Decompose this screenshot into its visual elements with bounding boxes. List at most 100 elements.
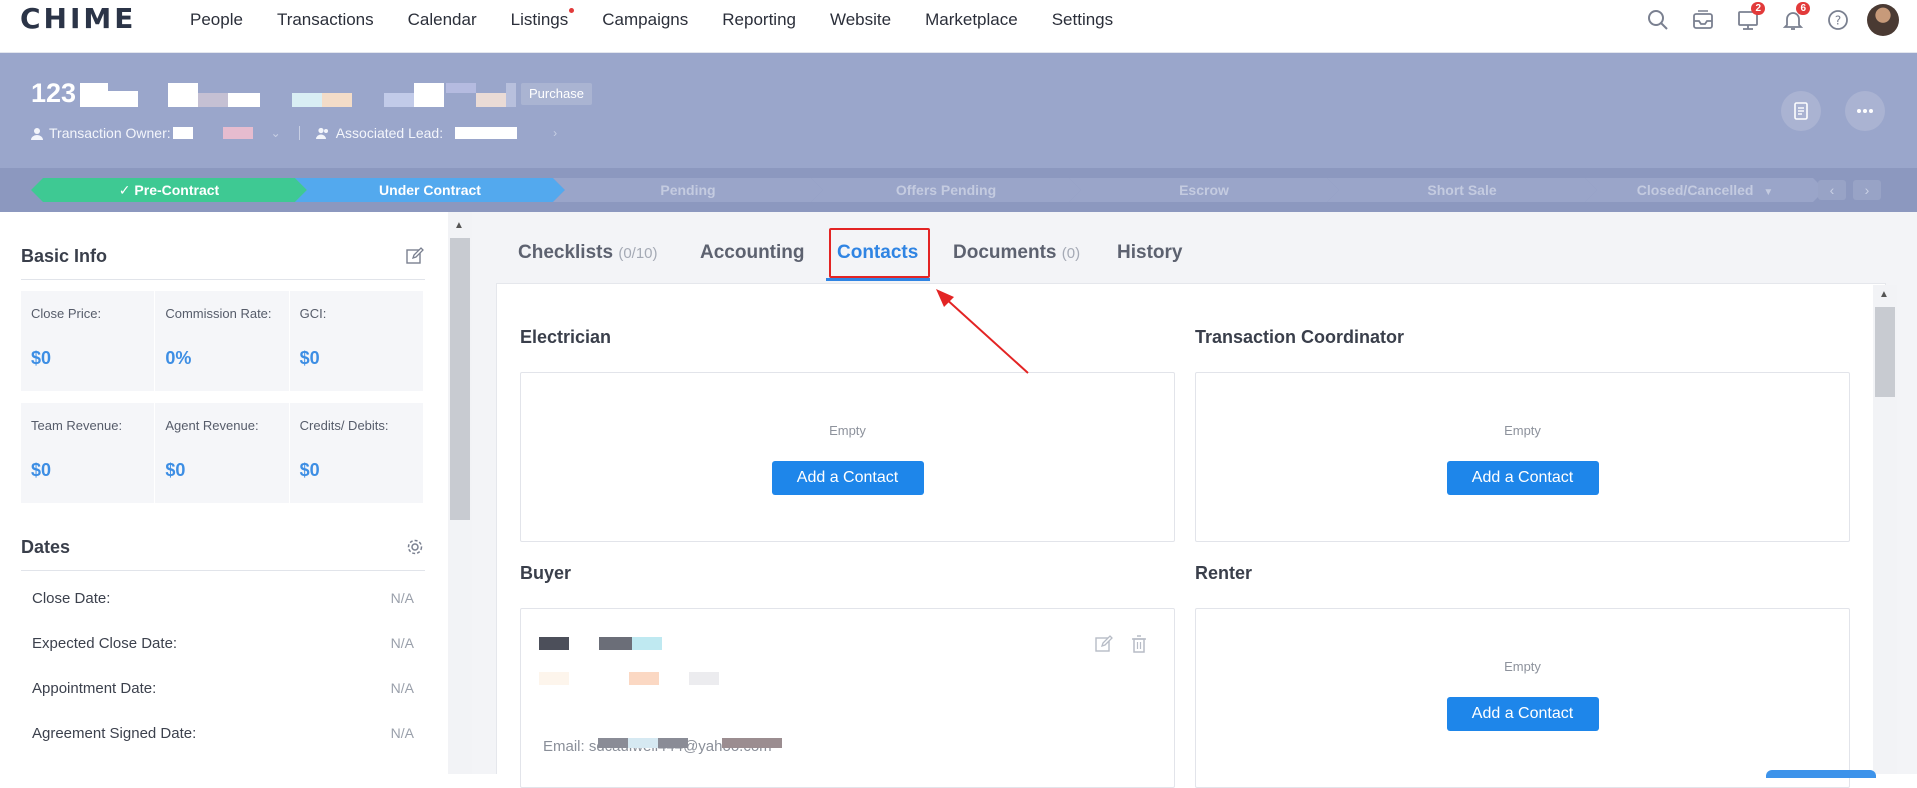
nav-transactions[interactable]: Transactions — [277, 10, 374, 30]
add-contact-button[interactable]: Add a Contact — [1446, 461, 1599, 495]
inbox-icon[interactable] — [1688, 5, 1718, 35]
gci-cell: GCI: $0 — [290, 291, 423, 391]
basic-info-row-2: Team Revenue: $0 Agent Revenue: $0 Credits… — [21, 403, 423, 503]
top-navigation: CHIME People Transactions Calendar Listi… — [0, 0, 1917, 53]
empty-text: Empty — [1504, 659, 1541, 674]
stage-label: Pre-Contract — [134, 182, 220, 198]
stat-label: Credits/ Debits: — [299, 418, 389, 433]
team-revenue-cell: Team Revenue: $0 — [21, 403, 156, 503]
nav-settings[interactable]: Settings — [1052, 10, 1113, 30]
stage-label: Pending — [660, 182, 716, 198]
stat-label: Agent Revenue: — [165, 418, 259, 433]
tab-checklists[interactable]: Checklists (0/10) — [518, 242, 658, 264]
nav-marketplace[interactable]: Marketplace — [925, 10, 1018, 30]
stat-label: GCI: — [299, 306, 327, 321]
stat-value: $0 — [31, 348, 52, 368]
date-label: Close Date: — [32, 590, 111, 607]
stage-label: Under Contract — [379, 182, 481, 198]
ellipsis-icon — [1857, 109, 1873, 113]
stage-next-button[interactable]: › — [1853, 180, 1881, 200]
redacted-lead-name[interactable] — [455, 127, 518, 139]
stage-closed-cancelled[interactable]: Closed/Cancelled ▼ — [1585, 178, 1825, 202]
section-title-electrician: Electrician — [520, 327, 612, 347]
nav-calendar[interactable]: Calendar — [408, 10, 477, 30]
stat-label: Team Revenue: — [31, 418, 123, 433]
more-options-button[interactable] — [1845, 91, 1885, 131]
electrician-card: Empty Add a Contact — [520, 372, 1175, 542]
notification-dot — [569, 8, 575, 13]
notes-button[interactable] — [1781, 91, 1821, 131]
scroll-thumb[interactable] — [1875, 307, 1895, 397]
add-contact-button[interactable]: Add a Contact — [771, 461, 924, 495]
chevron-right-icon[interactable]: › — [553, 126, 557, 140]
monitor-icon[interactable]: 2 — [1733, 2, 1765, 35]
annotation-arrow — [936, 289, 1029, 374]
user-avatar[interactable] — [1867, 4, 1899, 36]
divider — [298, 126, 300, 140]
section-title-transaction-coordinator: Transaction Coordinator — [1195, 327, 1405, 347]
gear-icon[interactable] — [406, 538, 424, 556]
close-price-cell: Close Price: $0 — [21, 291, 156, 391]
users-icon — [315, 127, 328, 139]
nav-campaigns[interactable]: Campaigns — [602, 10, 688, 30]
date-value[interactable]: N/A — [391, 725, 414, 742]
redacted-block — [108, 91, 138, 107]
stage-escrow[interactable]: Escrow — [1069, 178, 1339, 202]
tab-documents[interactable]: Documents (0) — [953, 242, 1080, 264]
dates-title: Dates — [21, 537, 71, 557]
stage-label: Offers Pending — [895, 182, 997, 198]
redacted-block — [384, 93, 414, 107]
stage-prev-button[interactable]: ‹ — [1818, 180, 1846, 200]
redacted-detail — [629, 672, 659, 685]
stage-pre-contract[interactable]: ✓ Pre-Contract — [31, 178, 307, 202]
date-value[interactable]: N/A — [391, 680, 414, 697]
nav-listings[interactable]: Listings — [510, 8, 575, 30]
empty-text: Empty — [829, 423, 866, 438]
trash-icon[interactable] — [1131, 635, 1147, 653]
stage-offers-pending[interactable]: Offers Pending — [811, 178, 1081, 202]
bell-badge: 6 — [1796, 2, 1810, 15]
close-date-row: Close Date: N/A — [32, 590, 414, 607]
left-scrollbar[interactable]: ▲ — [448, 212, 472, 774]
transaction-coordinator-card: Empty Add a Contact — [1195, 372, 1850, 542]
date-value[interactable]: N/A — [391, 635, 414, 652]
chat-widget[interactable] — [1766, 770, 1876, 778]
empty-text: Empty — [1504, 423, 1541, 438]
nav-people[interactable]: People — [190, 10, 243, 30]
date-value[interactable]: N/A — [391, 590, 414, 607]
stage-label: Escrow — [1179, 182, 1229, 198]
scroll-up-arrow[interactable]: ▲ — [1879, 289, 1889, 300]
basic-info-row-1: Close Price: $0 Commission Rate: 0% GCI: $0 — [21, 291, 423, 391]
section-title-buyer: Buyer — [520, 563, 572, 583]
stage-pending[interactable]: Pending — [553, 178, 823, 202]
redacted-block — [506, 83, 516, 107]
chevron-down-icon[interactable]: ⌄ — [271, 126, 281, 140]
scroll-up-arrow[interactable]: ▲ — [454, 220, 464, 231]
redacted-owner-name[interactable] — [172, 127, 193, 139]
edit-icon[interactable] — [1095, 635, 1113, 653]
bell-icon[interactable]: 6 — [1778, 2, 1810, 35]
check-icon: ✓ — [118, 182, 131, 198]
left-panel: Basic Info Close Price: $0 Commission Rat… — [0, 212, 448, 774]
content-scrollbar[interactable]: ▲ — [1873, 285, 1897, 774]
nav-website[interactable]: Website — [830, 10, 891, 30]
svg-text:?: ? — [1835, 14, 1841, 28]
tab-count: (0) — [1061, 245, 1081, 262]
nav-listings-label: Listings — [510, 10, 569, 29]
scroll-thumb[interactable] — [450, 238, 470, 520]
divider — [21, 279, 425, 280]
tab-history[interactable]: History — [1117, 242, 1182, 264]
stage-under-contract[interactable]: Under Contract — [295, 178, 565, 202]
agent-revenue-cell: Agent Revenue: $0 — [155, 403, 290, 503]
add-contact-button[interactable]: Add a Contact — [1446, 697, 1599, 731]
credits-debits-cell: Credits/ Debits: $0 — [290, 403, 423, 503]
stage-short-sale[interactable]: Short Sale — [1327, 178, 1597, 202]
transaction-header: 123 Purchase Transaction Owner: ⌄ Associ… — [0, 53, 1917, 168]
renter-card: Empty Add a Contact — [1195, 608, 1850, 788]
tab-accounting[interactable]: Accounting — [700, 242, 805, 264]
nav-reporting[interactable]: Reporting — [722, 10, 796, 30]
help-icon[interactable]: ? — [1823, 5, 1853, 35]
chime-logo[interactable]: CHIME — [20, 2, 136, 35]
edit-icon[interactable] — [406, 247, 424, 265]
search-icon[interactable] — [1643, 5, 1673, 35]
